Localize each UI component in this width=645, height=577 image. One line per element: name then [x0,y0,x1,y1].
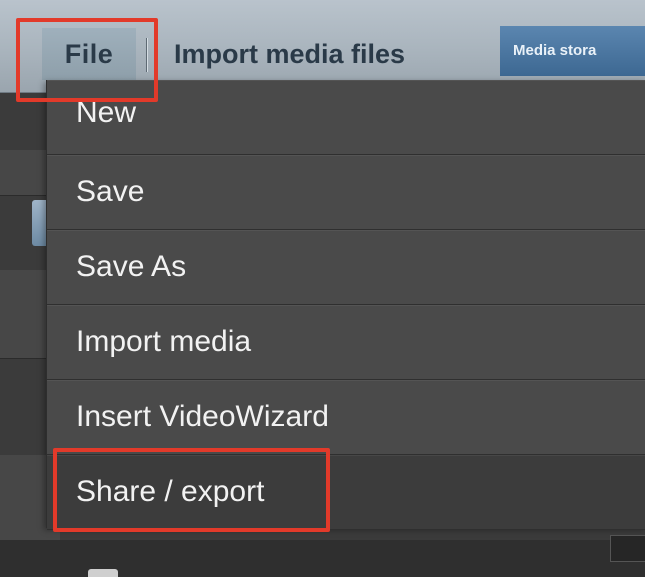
checkbox[interactable] [88,569,118,577]
menu-separator [146,38,147,72]
media-storage-tab[interactable]: Media stora [500,26,645,76]
menu-item-save[interactable]: Save [47,155,645,230]
menu-item-label: Share / export [76,475,265,508]
import-media-files-menu[interactable]: Import media files [174,28,405,80]
file-dropdown-menu: New Save Save As Import media Insert Vid… [46,80,645,530]
menu-item-import-media[interactable]: Import media [47,305,645,380]
menu-item-label: New [76,96,137,129]
file-menu[interactable]: File [42,28,136,80]
menu-item-label: Import media [76,325,252,358]
menu-item-insert-videowizard[interactable]: Insert VideoWizard [47,380,645,455]
menu-item-new[interactable]: New [47,80,645,155]
menu-item-share-export[interactable]: Share / export [47,455,645,530]
menu-item-label: Save As [76,250,187,283]
menu-item-label: Save [76,175,145,208]
thumbnail[interactable] [610,535,645,562]
menu-item-save-as[interactable]: Save As [47,230,645,305]
menu-item-label: Insert VideoWizard [76,400,329,433]
app-window: File Import media files Media stora New … [0,0,645,577]
